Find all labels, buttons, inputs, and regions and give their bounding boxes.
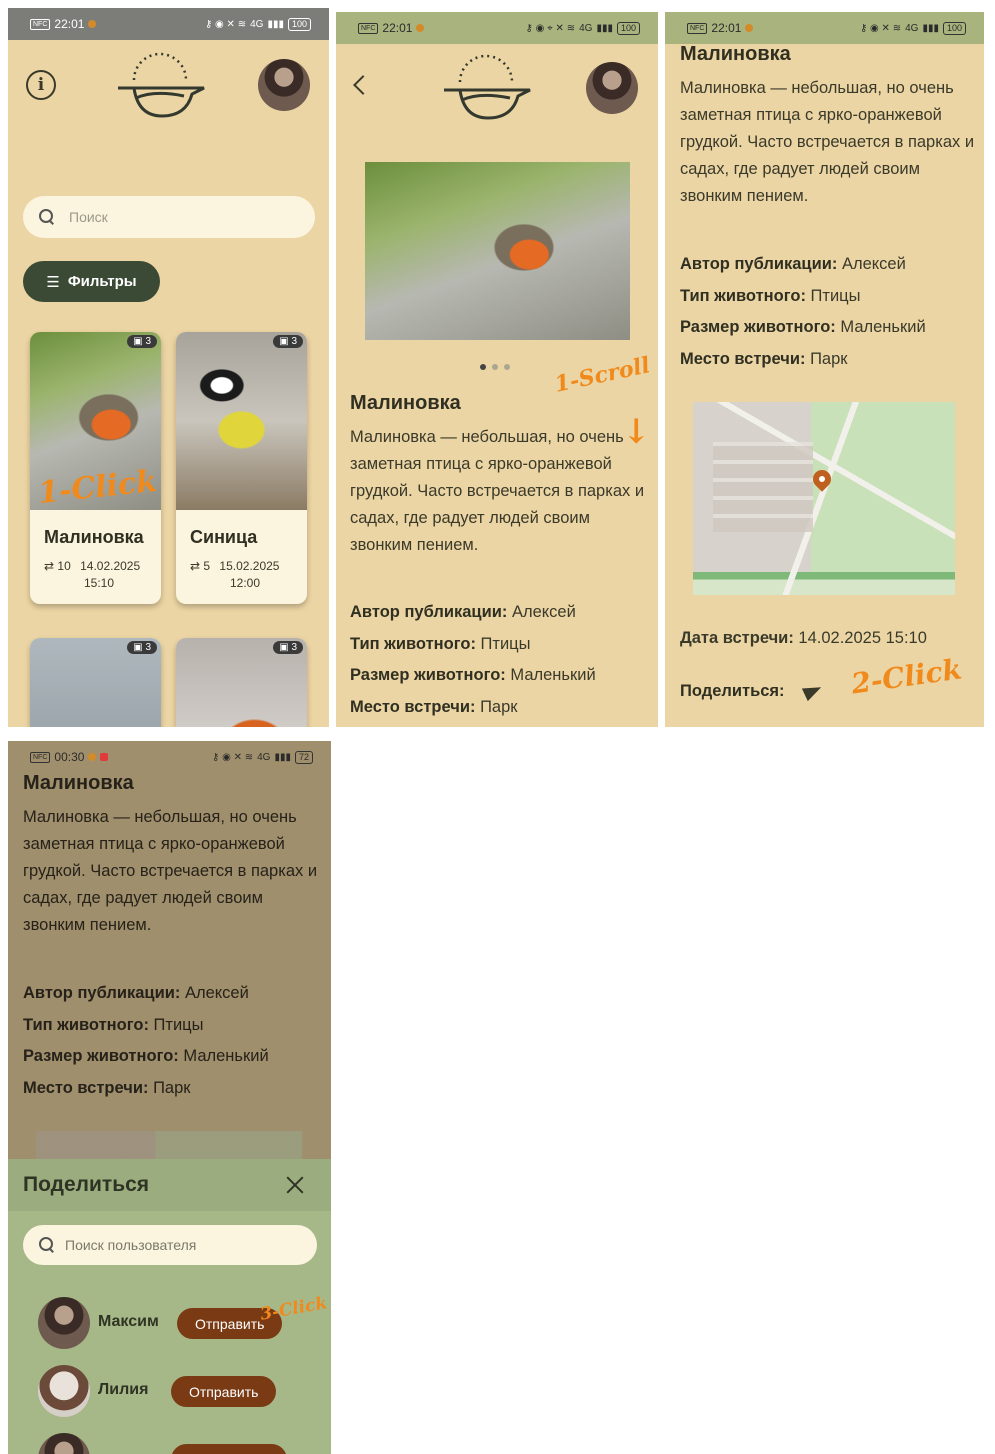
- share-sheet-screen: NFC 00:30 ⚷ ◉ ✕ ≋ 4G ▮▮▮ 72 Малиновка Малино…: [8, 741, 331, 1454]
- user-row-liliya: Лилия Отправить: [38, 1365, 318, 1417]
- card-title: Малиновка: [44, 527, 144, 547]
- bird-logo-icon: [444, 54, 531, 120]
- sheet-header: Поделиться: [8, 1159, 331, 1211]
- post-facts: Автор публикации: Алексей Тип животного:…: [680, 255, 926, 368]
- post-photo-carousel[interactable]: [365, 162, 630, 340]
- send-icon[interactable]: [803, 681, 823, 701]
- card-meta: ⇄ 5 15.02.2025 12:00: [190, 559, 280, 590]
- post-card-pigeon[interactable]: ▣ 3: [30, 638, 161, 727]
- meeting-date: Дата встречи: 14.02.2025 15:10: [680, 629, 927, 647]
- location-map: [36, 1131, 302, 1159]
- post-title: Малиновка: [680, 43, 791, 65]
- status-bar: NFC 00:30 ⚷ ◉ ✕ ≋ 4G ▮▮▮ 72: [8, 741, 331, 773]
- post-title: Малиновка: [350, 392, 461, 414]
- post-facts: Автор публикации: Алексей Тип животного:…: [23, 984, 269, 1097]
- profile-avatar[interactable]: [258, 59, 310, 111]
- post-detail-scrolled-screen: NFC 22:01 ⚷ ◉ ✕ ≋ 4G ▮▮▮ 100 Малиновка Малин…: [665, 12, 984, 727]
- location-map[interactable]: [693, 402, 955, 595]
- status-bar: NFC 22:01 ⚷ ◉ ⌖ ✕ ≋ 4G ▮▮▮ 100: [336, 12, 658, 44]
- photo-count-badge: ▣ 3: [127, 335, 157, 348]
- repost-icon: ⇄ 5: [190, 559, 211, 573]
- user-search-placeholder: Поиск пользователя: [65, 1237, 197, 1253]
- post-title: Малиновка: [23, 772, 134, 794]
- avatar: [38, 1365, 90, 1417]
- photo-count-badge: ▣ 3: [127, 641, 157, 654]
- profile-avatar[interactable]: [586, 62, 638, 114]
- post-description: Малиновка — небольшая, но очень заметная…: [680, 79, 975, 205]
- user-name: Лилия: [98, 1381, 149, 1398]
- carousel-dots: [480, 364, 510, 370]
- post-card-tit[interactable]: ▣ 3 Синица ⇄ 5 15.02.2025 12:00: [176, 332, 307, 604]
- photo-count-badge: ▣ 3: [273, 641, 303, 654]
- status-bar: NFC 22:01 ⚷ ◉ ✕ ≋ 4G ▮▮▮ 100: [8, 8, 329, 40]
- share-bottom-sheet: Поделиться Поиск пользователя Максим Отп…: [8, 1159, 331, 1454]
- filters-button[interactable]: ☰ Фильтры: [23, 261, 160, 302]
- avatar: [38, 1297, 90, 1349]
- share-row: Поделиться:: [680, 681, 823, 701]
- post-description: Малиновка — небольшая, но очень заметная…: [23, 808, 318, 934]
- card-meta: ⇄ 10 14.02.2025 15:10: [44, 559, 141, 590]
- user-name: Максим: [98, 1313, 159, 1330]
- close-icon[interactable]: [285, 1175, 305, 1195]
- battery-indicator: 100: [287, 17, 311, 31]
- post-description: Малиновка — небольшая, но очень заметная…: [350, 428, 645, 554]
- back-arrow-icon[interactable]: [353, 75, 373, 95]
- repost-icon: ⇄ 10: [44, 559, 71, 573]
- status-time: 22:01: [54, 17, 85, 31]
- search-placeholder: Поиск: [69, 209, 108, 225]
- search-input[interactable]: Поиск: [23, 196, 315, 238]
- search-icon: [39, 209, 55, 225]
- map-pin-icon: [809, 466, 835, 492]
- send-button[interactable]: [171, 1444, 287, 1454]
- feed-screen: NFC 22:01 ⚷ ◉ ✕ ≋ 4G ▮▮▮ 100 i Поиск ☰ Фильт…: [8, 8, 329, 727]
- sliders-icon: ☰: [46, 273, 60, 291]
- annotation-scroll-1: 1-Scroll: [552, 352, 653, 398]
- avatar: [38, 1433, 90, 1454]
- post-facts: Автор публикации: Алексей Тип животного:…: [350, 603, 596, 716]
- search-icon: [39, 1237, 55, 1253]
- card-title: Синица: [190, 527, 258, 547]
- post-card-fox[interactable]: ▣ 3: [176, 638, 307, 727]
- user-row-partial: [38, 1433, 318, 1454]
- info-icon[interactable]: i: [26, 70, 56, 100]
- user-search-input[interactable]: Поиск пользователя: [23, 1225, 317, 1265]
- status-bar: NFC 22:01 ⚷ ◉ ✕ ≋ 4G ▮▮▮ 100: [665, 12, 984, 44]
- photo-count-badge: ▣ 3: [273, 335, 303, 348]
- post-detail-screen: NFC 22:01 ⚷ ◉ ⌖ ✕ ≋ 4G ▮▮▮ 100 Малиновка Мал…: [336, 12, 658, 727]
- sheet-title: Поделиться: [23, 1173, 150, 1196]
- tit-photo: [176, 332, 307, 510]
- filters-label: Фильтры: [67, 273, 137, 290]
- bird-logo-icon: [118, 52, 205, 118]
- annotation-click-2: 2-Click: [849, 652, 964, 701]
- scroll-arrow-icon: ↓: [622, 412, 651, 452]
- send-button[interactable]: Отправить: [171, 1376, 277, 1407]
